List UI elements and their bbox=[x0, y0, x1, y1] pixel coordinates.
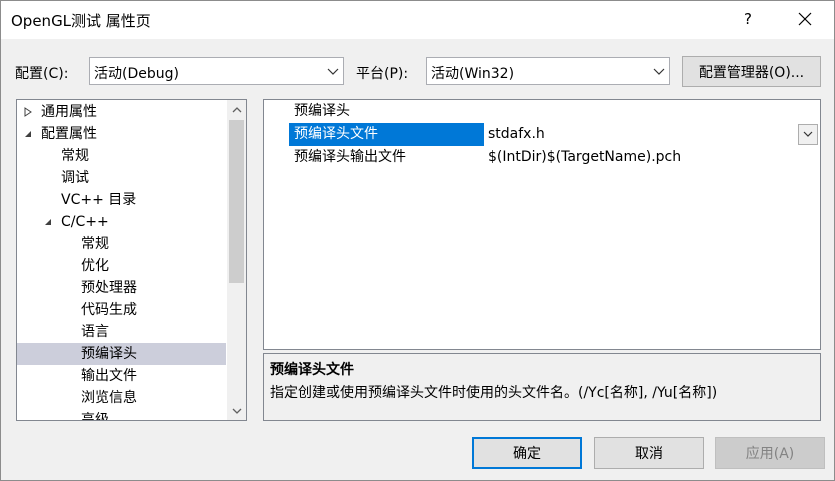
platform-combobox-value: 活动(Win32) bbox=[431, 66, 515, 82]
scroll-down-button[interactable] bbox=[227, 402, 246, 420]
category-tree: 通用属性 配置属性 常规 调试 VC++ 目录 C/C++ 常规 优化 预处理器 代码生成 语言 预编… bbox=[16, 99, 247, 421]
property-name: 预编译头文件 bbox=[289, 123, 484, 146]
tree-item[interactable]: 高级 bbox=[17, 409, 226, 421]
tree-vertical-scrollbar[interactable] bbox=[227, 100, 246, 420]
tree-item-label: 输出文件 bbox=[81, 368, 137, 384]
tree-item[interactable]: 浏览信息 bbox=[17, 387, 226, 409]
tree-item-label: 调试 bbox=[61, 170, 89, 186]
tree-item-label: 常规 bbox=[81, 236, 109, 252]
expand-triangle-icon[interactable] bbox=[23, 107, 33, 117]
tree-item[interactable]: 输出文件 bbox=[17, 365, 226, 387]
tree-item[interactable]: 优化 bbox=[17, 255, 226, 277]
property-value-text: stdafx.h bbox=[488, 126, 545, 142]
description-panel: 预编译头文件 指定创建或使用预编译头文件时使用的头文件名。(/Yc[名称], /… bbox=[263, 353, 821, 421]
chevron-down-icon bbox=[803, 131, 813, 137]
chevron-down-icon bbox=[653, 68, 665, 75]
config-combobox[interactable]: 活动(Debug) bbox=[89, 57, 344, 85]
tree-item-label: 浏览信息 bbox=[81, 390, 137, 406]
close-icon bbox=[798, 12, 812, 26]
property-row[interactable]: 预编译头输出文件 $(IntDir)$(TargetName).pch bbox=[264, 146, 820, 169]
scroll-up-button[interactable] bbox=[227, 100, 246, 118]
title-bar: OpenGL测试 属性页 ? bbox=[1, 1, 834, 39]
collapse-triangle-icon[interactable] bbox=[23, 129, 33, 139]
property-name: 预编译头 bbox=[294, 103, 350, 119]
tree-item-label: 预编译头 bbox=[81, 346, 137, 362]
tree-item-label: 优化 bbox=[81, 258, 109, 274]
collapse-triangle-icon[interactable] bbox=[43, 217, 53, 227]
tree-item-label: 高级 bbox=[81, 412, 109, 421]
property-value-dropdown-button[interactable] bbox=[798, 124, 818, 145]
cancel-button[interactable]: 取消 bbox=[594, 437, 704, 469]
close-button[interactable] bbox=[782, 4, 828, 34]
platform-label: 平台(P): bbox=[356, 66, 409, 82]
tree-item[interactable]: 调试 bbox=[17, 167, 226, 189]
property-value-field[interactable]: stdafx.h bbox=[484, 123, 819, 146]
tree-item-label: 常规 bbox=[61, 148, 89, 164]
tree-item[interactable]: 代码生成 bbox=[17, 299, 226, 321]
tree-item[interactable]: C/C++ bbox=[17, 211, 226, 233]
ok-button[interactable]: 确定 bbox=[472, 437, 582, 469]
tree-item[interactable]: 预处理器 bbox=[17, 277, 226, 299]
tree-item-label: 语言 bbox=[81, 324, 109, 340]
tree-item[interactable]: 通用属性 bbox=[17, 101, 226, 123]
chevron-down-icon bbox=[327, 68, 339, 75]
property-name: 预编译头输出文件 bbox=[294, 149, 406, 165]
tree-item-label: VC++ 目录 bbox=[61, 192, 137, 208]
tree-item-selected[interactable]: 预编译头 bbox=[17, 343, 226, 365]
property-pages-dialog: OpenGL测试 属性页 ? 配置(C): 活动(Debug) 平台(P): 活… bbox=[0, 0, 835, 481]
property-value bbox=[484, 100, 819, 123]
chevron-down-icon bbox=[232, 408, 241, 414]
tree-item-label: 代码生成 bbox=[81, 302, 137, 318]
help-button[interactable]: ? bbox=[728, 4, 768, 34]
tree-item-label: 通用属性 bbox=[41, 104, 97, 120]
scroll-thumb[interactable] bbox=[229, 120, 244, 283]
description-text: 指定创建或使用预编译头文件时使用的头文件名。(/Yc[名称], /Yu[名称]) bbox=[270, 385, 718, 401]
description-title: 预编译头文件 bbox=[270, 362, 354, 378]
configuration-manager-button[interactable]: 配置管理器(O)... bbox=[682, 56, 821, 87]
property-row[interactable]: 预编译头 bbox=[264, 100, 820, 123]
tree-item[interactable]: 语言 bbox=[17, 321, 226, 343]
chevron-up-icon bbox=[232, 106, 241, 112]
tree-item[interactable]: 配置属性 bbox=[17, 123, 226, 145]
tree-item[interactable]: VC++ 目录 bbox=[17, 189, 226, 211]
window-title: OpenGL测试 属性页 bbox=[11, 12, 151, 30]
config-label: 配置(C): bbox=[15, 66, 69, 82]
property-row-selected[interactable]: 预编译头文件 stdafx.h bbox=[264, 123, 820, 146]
tree-item-label: C/C++ bbox=[61, 214, 109, 230]
property-value: $(IntDir)$(TargetName).pch bbox=[488, 149, 682, 165]
config-combobox-value: 活动(Debug) bbox=[94, 66, 179, 82]
tree-item[interactable]: 常规 bbox=[17, 145, 226, 167]
tree-item-label: 预处理器 bbox=[81, 280, 137, 296]
property-grid: 预编译头 预编译头文件 stdafx.h 预编译头输出文件 $(IntDir)$… bbox=[263, 99, 821, 350]
tree-item-label: 配置属性 bbox=[41, 126, 97, 142]
apply-button[interactable]: 应用(A) bbox=[715, 437, 825, 469]
tree-item[interactable]: 常规 bbox=[17, 233, 226, 255]
platform-combobox[interactable]: 活动(Win32) bbox=[426, 57, 670, 85]
